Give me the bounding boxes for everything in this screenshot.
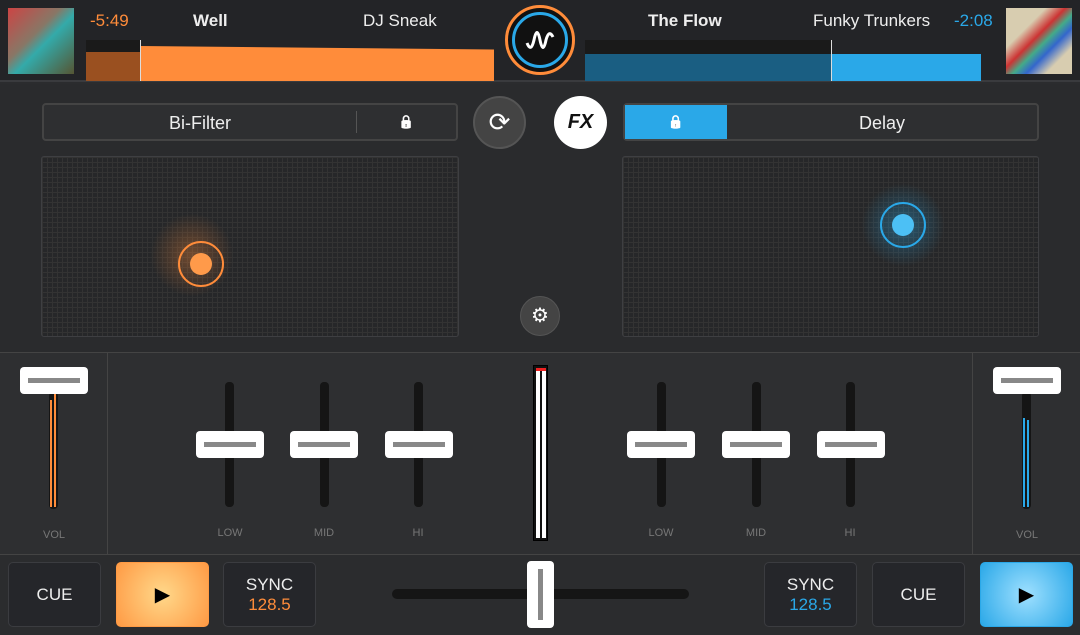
deck-a-fx-puck[interactable] (178, 241, 224, 287)
deck-b-bpm: 128.5 (789, 594, 832, 614)
deck-a-lock-icon[interactable]: 🔒 (357, 114, 456, 130)
deck-a-eq-mid-handle[interactable] (290, 431, 358, 458)
deck-b-lock-icon[interactable]: 🔒 (625, 105, 727, 139)
deck-a-artist: DJ Sneak (363, 11, 437, 30)
deck-a-volume-fader[interactable] (49, 392, 58, 509)
deck-b-title: The Flow (648, 11, 722, 30)
waveform-logo-icon (525, 31, 555, 49)
settings-gear-icon[interactable]: ⚙ (520, 296, 560, 336)
deck-a-sync-button[interactable]: SYNC 128.5 (223, 562, 316, 627)
fx-button[interactable]: FX (554, 96, 607, 149)
deck-a-fx-name[interactable]: Bi-Filter (44, 113, 356, 134)
deck-b-play-button[interactable]: ▶ (980, 562, 1073, 627)
crossfader-handle[interactable] (527, 561, 554, 628)
deck-a-time: -5:49 (90, 11, 129, 30)
deck-a-eq-mid-label: MID (313, 527, 335, 539)
deck-b-time: -2:08 (954, 11, 993, 30)
deck-a-waveform[interactable] (86, 40, 494, 81)
refresh-icon: ⟳ (488, 107, 511, 137)
deck-b-volume-handle[interactable] (993, 367, 1061, 394)
deck-b-cue-button[interactable]: CUE (872, 562, 965, 627)
app-logo-button[interactable] (505, 5, 575, 75)
deck-b-sync-button[interactable]: SYNC 128.5 (764, 562, 857, 627)
deck-b-eq-low-label: LOW (648, 527, 674, 539)
deck-a-bpm: 128.5 (248, 594, 291, 614)
deck-a-cue-label: CUE (36, 584, 73, 604)
deck-b-fx-name[interactable]: Delay (727, 113, 1037, 134)
deck-a-title: Well (193, 11, 228, 30)
deck-a-sync-label: SYNC (245, 574, 294, 594)
deck-b-waveform[interactable] (585, 40, 981, 81)
deck-a-eq-low-handle[interactable] (196, 431, 264, 458)
deck-b-fx-selector[interactable]: 🔒 Delay (623, 103, 1039, 141)
play-icon: ▶ (154, 584, 171, 606)
deck-b-sync-label: SYNC (786, 574, 835, 594)
deck-b-eq-low-handle[interactable] (627, 431, 695, 458)
deck-a-eq-hi-handle[interactable] (385, 431, 453, 458)
deck-a-cue-button[interactable]: CUE (8, 562, 101, 627)
deck-b-cue-label: CUE (900, 584, 937, 604)
play-icon: ▶ (1018, 584, 1035, 606)
deck-a-fx-selector[interactable]: Bi-Filter 🔒 (42, 103, 458, 141)
master-level-meter (533, 365, 548, 541)
deck-a-eq-low-label: LOW (217, 527, 243, 539)
deck-b-xy-pad[interactable] (622, 156, 1039, 337)
deck-b-album-art[interactable] (1006, 8, 1072, 74)
deck-b-eq-mid-label: MID (745, 527, 767, 539)
deck-a-play-button[interactable]: ▶ (116, 562, 209, 627)
deck-a-album-art[interactable] (8, 8, 74, 74)
deck-a-eq-hi-label: HI (412, 527, 424, 539)
deck-b-fx-puck[interactable] (880, 202, 926, 248)
deck-b-eq-mid-handle[interactable] (722, 431, 790, 458)
deck-b-eq-hi-label: HI (844, 527, 856, 539)
deck-b-artist: Funky Trunkers (813, 11, 931, 30)
deck-a-xy-pad[interactable] (41, 156, 459, 337)
deck-b-vol-label: VOL (1015, 529, 1038, 541)
deck-b-eq-hi-handle[interactable] (817, 431, 885, 458)
deck-b-volume-fader[interactable] (1022, 392, 1031, 509)
swap-fx-button[interactable]: ⟳ (473, 96, 526, 149)
deck-a-volume-handle[interactable] (20, 367, 88, 394)
deck-a-vol-label: VOL (42, 529, 65, 541)
